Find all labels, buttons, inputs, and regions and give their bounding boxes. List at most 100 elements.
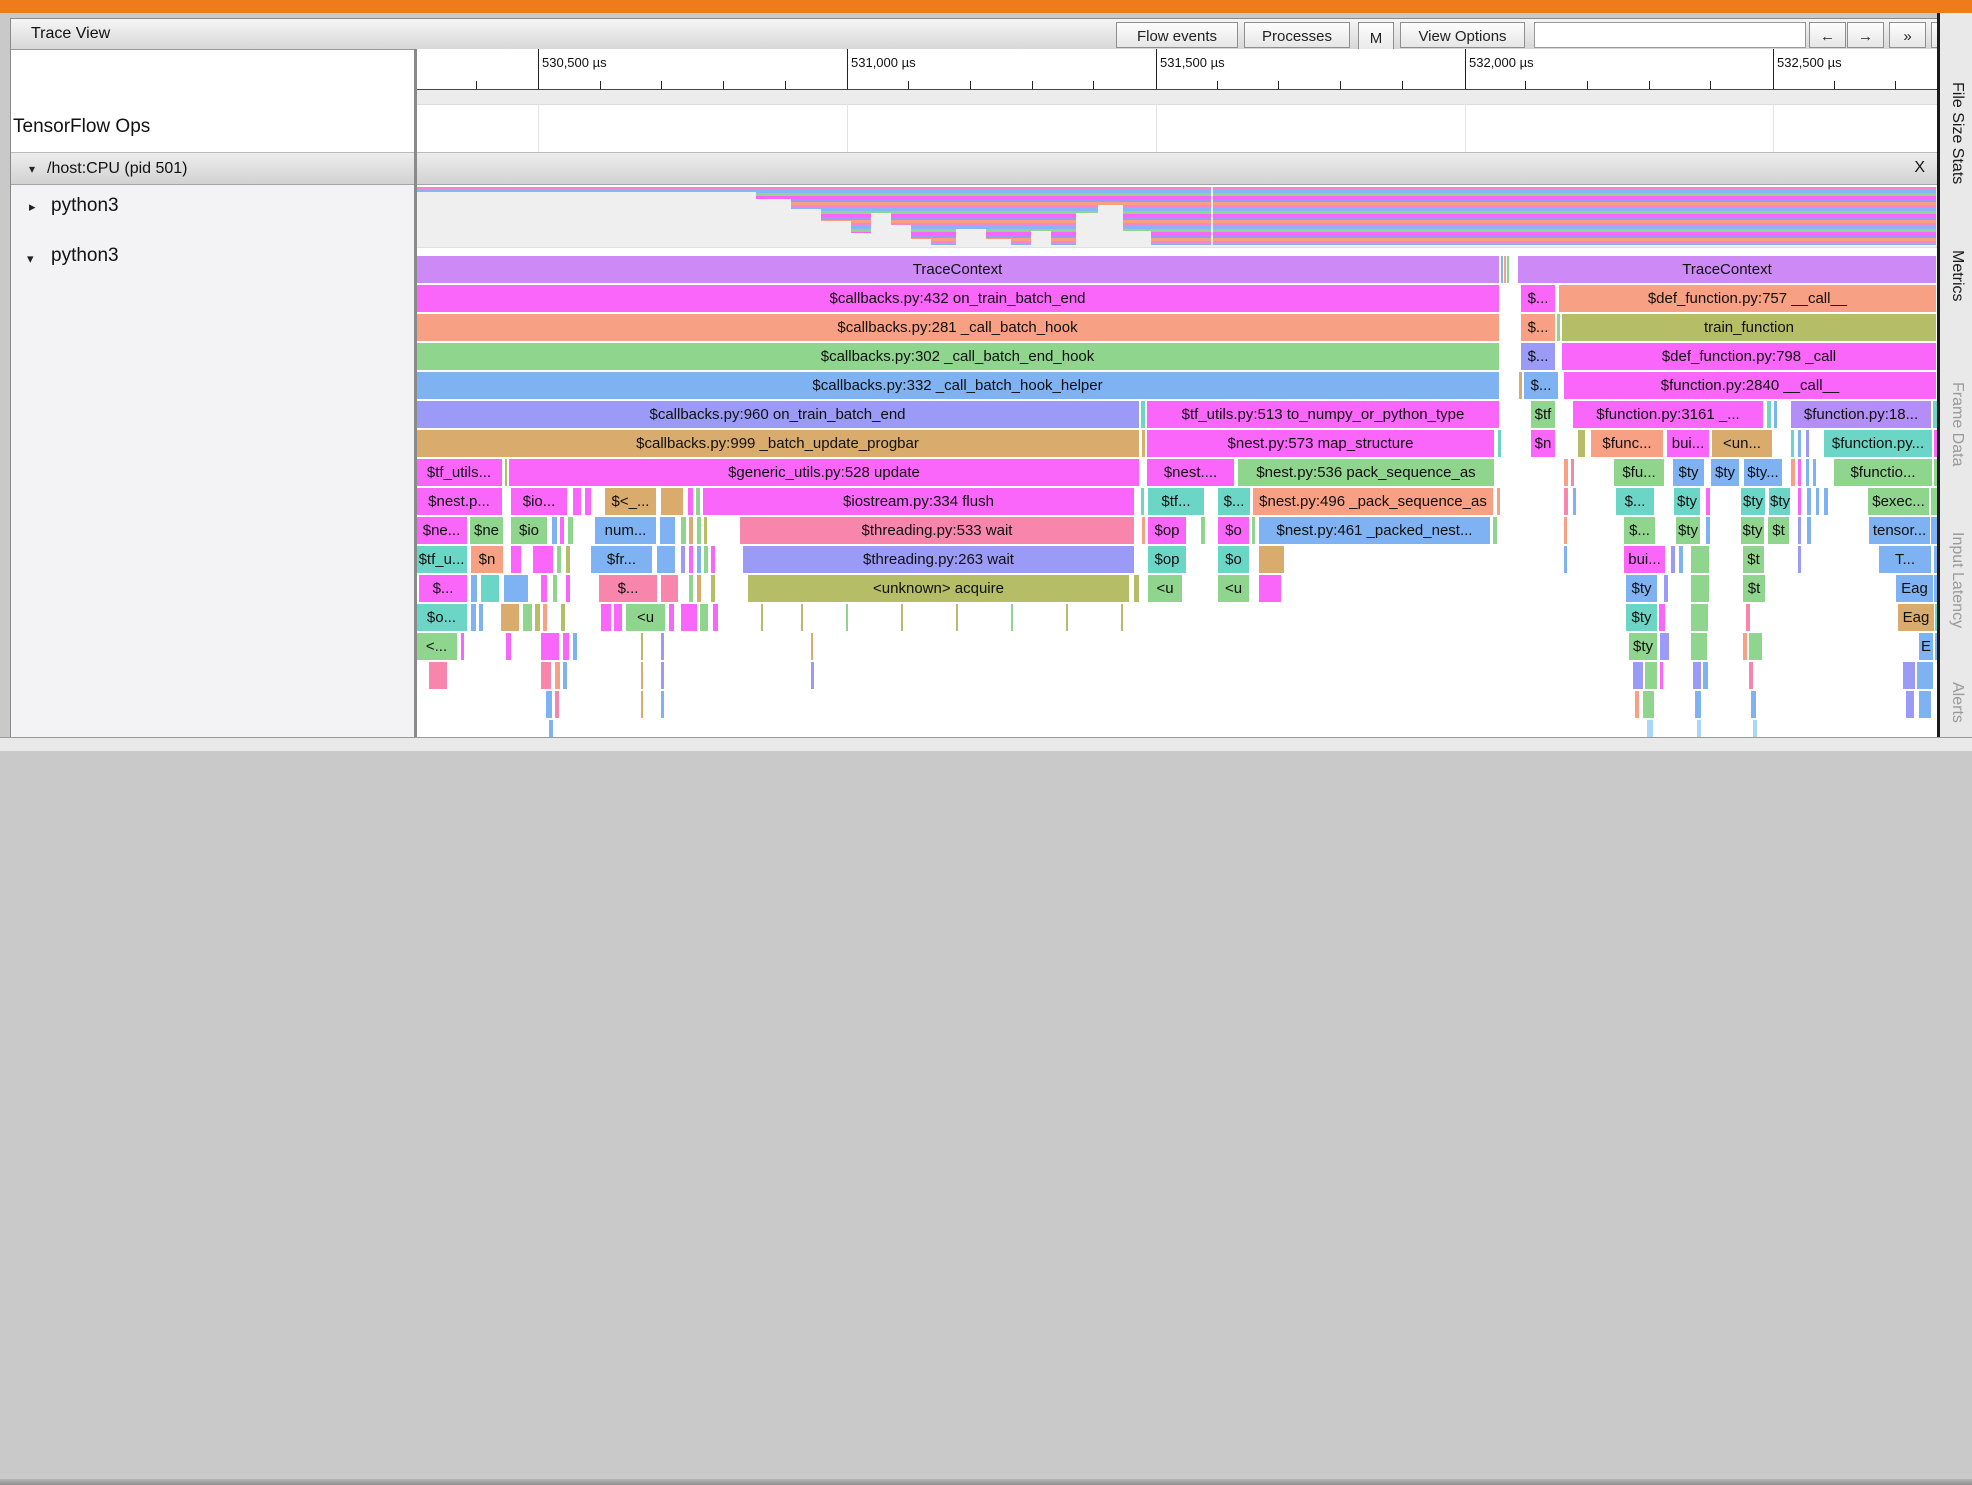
rail-tab-input-latency[interactable]: Input Latency xyxy=(1948,532,1966,628)
trace-event[interactable] xyxy=(1906,691,1914,718)
trace-event[interactable]: $n xyxy=(1531,430,1555,457)
trace-event[interactable]: <u xyxy=(1148,575,1182,602)
trace-event[interactable]: $ty xyxy=(1769,488,1790,515)
trace-event[interactable]: $ty xyxy=(1676,517,1700,544)
trace-event[interactable] xyxy=(1816,488,1819,515)
trace-event[interactable] xyxy=(1806,430,1809,457)
trace-event[interactable]: <u xyxy=(626,604,665,631)
trace-event[interactable] xyxy=(1564,546,1567,573)
trace-event[interactable]: $tf_u... xyxy=(416,546,467,573)
trace-event[interactable]: $fr... xyxy=(591,546,652,573)
trace-event[interactable]: train_function xyxy=(1562,314,1936,341)
trace-event[interactable]: $threading.py:263 wait xyxy=(743,546,1134,573)
trace-event[interactable] xyxy=(1573,488,1576,515)
trace-event[interactable]: E xyxy=(1919,633,1933,660)
trace-event[interactable]: $function.py:2840 __call__ xyxy=(1564,372,1936,399)
trace-event[interactable] xyxy=(1066,604,1068,631)
trace-event[interactable] xyxy=(560,517,564,544)
trace-event[interactable] xyxy=(1691,546,1709,573)
trace-event[interactable] xyxy=(661,662,664,689)
trace-event[interactable]: $ne xyxy=(470,517,503,544)
trace-event[interactable]: <u xyxy=(1218,575,1249,602)
trace-event[interactable]: <unknown> acquire xyxy=(748,575,1129,602)
trace-event[interactable]: $nest.py:536 pack_sequence_as xyxy=(1238,459,1494,486)
trace-event[interactable] xyxy=(697,517,701,544)
trace-event[interactable] xyxy=(1571,459,1574,486)
trace-event[interactable]: $o xyxy=(1218,546,1249,573)
trace-event[interactable] xyxy=(1691,604,1708,631)
trace-event[interactable]: $ty xyxy=(1626,604,1657,631)
trace-event[interactable] xyxy=(1706,488,1710,515)
trace-event[interactable] xyxy=(1635,691,1639,718)
trace-event[interactable] xyxy=(1798,430,1801,457)
trace-event[interactable]: $ty xyxy=(1711,459,1739,486)
trace-event[interactable] xyxy=(1671,546,1675,573)
trace-event[interactable]: $function.py... xyxy=(1824,430,1932,457)
trace-event[interactable] xyxy=(1557,314,1560,341)
trace-event[interactable] xyxy=(566,546,570,573)
trace-event[interactable] xyxy=(1903,662,1915,689)
trace-event[interactable]: $callbacks.py:432 on_train_batch_end xyxy=(416,285,1499,312)
trace-event[interactable] xyxy=(471,575,477,602)
trace-event[interactable] xyxy=(697,575,701,602)
trace-event[interactable]: <un... xyxy=(1712,430,1772,457)
trace-event[interactable]: $op xyxy=(1148,517,1186,544)
trace-event[interactable]: $ty xyxy=(1741,517,1764,544)
trace-event[interactable] xyxy=(1798,517,1801,544)
trace-event[interactable] xyxy=(1141,401,1145,428)
trace-event[interactable]: $... xyxy=(1521,314,1555,341)
panel-divider[interactable] xyxy=(414,49,417,738)
trace-event[interactable] xyxy=(614,604,622,631)
trace-event[interactable]: $n xyxy=(471,546,503,573)
trace-event[interactable] xyxy=(1691,575,1709,602)
trace-event[interactable] xyxy=(1201,517,1205,544)
trace-event[interactable] xyxy=(641,662,643,689)
trace-event[interactable] xyxy=(541,662,551,689)
rail-tab-metrics[interactable]: Metrics xyxy=(1948,250,1966,302)
trace-event[interactable] xyxy=(661,488,683,515)
trace-event[interactable]: $threading.py:533 wait xyxy=(740,517,1134,544)
trace-event[interactable]: $tf xyxy=(1531,401,1555,428)
trace-event[interactable] xyxy=(585,488,591,515)
trace-event[interactable] xyxy=(1807,488,1811,515)
trace-event[interactable] xyxy=(711,575,715,602)
trace-event[interactable] xyxy=(555,691,559,718)
trace-event[interactable] xyxy=(511,546,521,573)
trace-event[interactable]: $def_function.py:757 __call__ xyxy=(1559,285,1936,312)
trace-event[interactable] xyxy=(669,604,674,631)
trace-event[interactable]: $tf... xyxy=(1148,488,1204,515)
trace-event[interactable]: $t xyxy=(1743,546,1764,573)
trace-event[interactable] xyxy=(1798,459,1801,486)
trace-event[interactable] xyxy=(811,633,813,660)
trace-event[interactable]: $nest.py:496 _pack_sequence_as xyxy=(1253,488,1493,515)
trace-event[interactable] xyxy=(1691,633,1707,660)
trace-event[interactable] xyxy=(704,546,708,573)
trace-event[interactable]: $nest.p... xyxy=(416,488,502,515)
trace-event[interactable] xyxy=(561,604,565,631)
trace-event[interactable] xyxy=(1643,691,1654,718)
rail-tab-alerts[interactable]: Alerts xyxy=(1948,682,1966,723)
trace-event[interactable] xyxy=(1259,575,1281,602)
trace-event[interactable]: $function.py:3161 _... xyxy=(1573,401,1763,428)
bottom-scrollbar[interactable] xyxy=(0,737,1972,1485)
trace-event[interactable]: num... xyxy=(595,517,656,544)
trace-event[interactable]: $callbacks.py:999 _batch_update_progbar xyxy=(416,430,1139,457)
trace-event[interactable]: $... xyxy=(599,575,657,602)
trace-event[interactable] xyxy=(481,575,499,602)
trace-event[interactable]: $... xyxy=(1218,488,1250,515)
trace-event[interactable] xyxy=(689,575,693,602)
trace-event[interactable] xyxy=(901,604,903,631)
trace-event[interactable] xyxy=(549,720,553,738)
trace-event[interactable] xyxy=(1695,691,1701,718)
trace-event[interactable]: $tf_utils... xyxy=(416,459,502,486)
trace-event[interactable]: $t xyxy=(1768,517,1789,544)
trace-event[interactable] xyxy=(1142,517,1145,544)
trace-event[interactable] xyxy=(563,662,567,689)
trace-event[interactable] xyxy=(501,604,519,631)
trace-event[interactable] xyxy=(1798,488,1801,515)
trace-event[interactable]: TraceContext xyxy=(1518,256,1936,283)
trace-event[interactable] xyxy=(688,488,693,515)
trace-event[interactable]: $tf_utils.py:513 to_numpy_or_python_type xyxy=(1147,401,1499,428)
trace-event[interactable] xyxy=(1798,546,1801,573)
trace-event[interactable]: $ty xyxy=(1629,633,1657,660)
